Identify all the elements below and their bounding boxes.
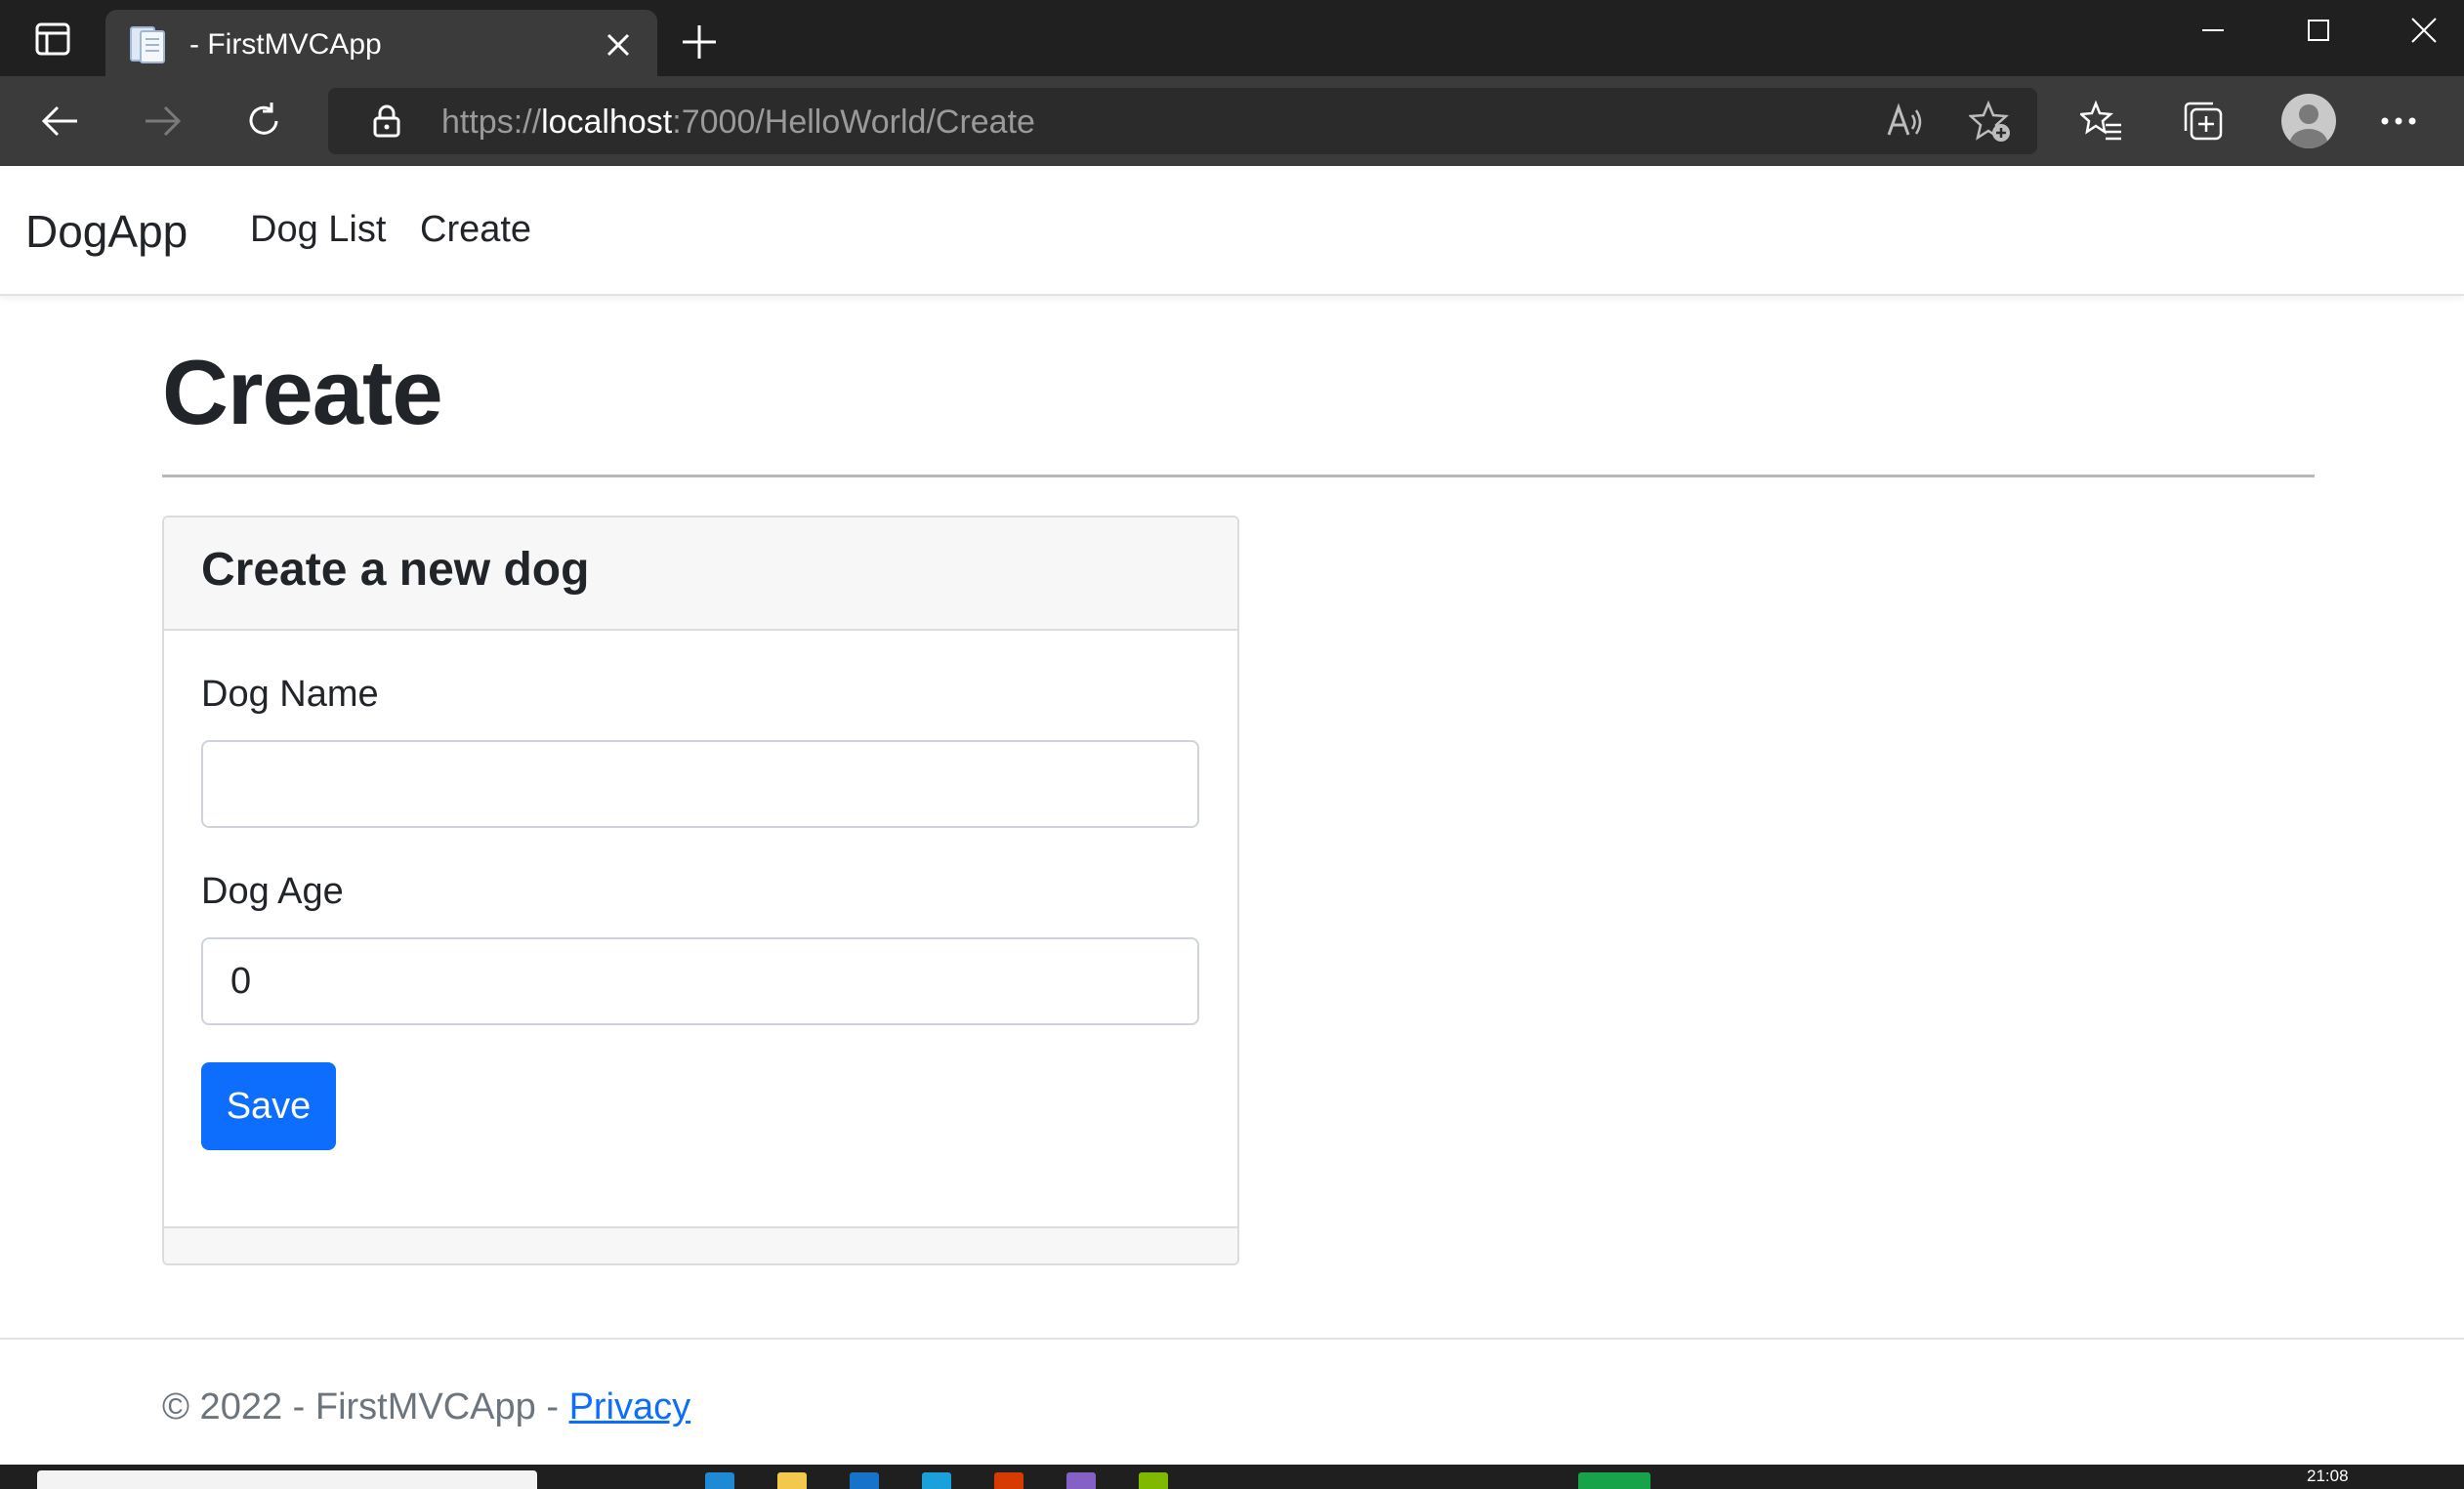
close-window-button[interactable] <box>2372 0 2464 61</box>
minimize-icon <box>2202 29 2224 31</box>
plus-icon <box>683 25 716 59</box>
visual-studio-taskbar-icon[interactable] <box>1066 1472 1096 1489</box>
create-dog-card: Create a new dog Dog Name Dog Age Save <box>162 516 1239 1265</box>
taskbar-search-box[interactable] <box>37 1470 537 1489</box>
app-taskbar-icon[interactable] <box>922 1472 951 1489</box>
page-title: Create <box>162 341 443 443</box>
minimize-button[interactable] <box>2161 0 2265 61</box>
nav-link-create[interactable]: Create <box>420 209 531 251</box>
back-button[interactable] <box>33 94 88 148</box>
address-bar[interactable]: https://localhost:7000/HelloWorld/Create <box>328 88 2037 154</box>
maximize-button[interactable] <box>2267 0 2370 61</box>
tab-close-button[interactable] <box>593 20 644 70</box>
read-aloud-icon[interactable] <box>1881 98 1930 146</box>
close-icon <box>606 33 630 57</box>
page-viewport: DogApp Dog List Create Create Create a n… <box>0 166 2464 1465</box>
maximize-icon <box>2308 20 2329 41</box>
more-icon <box>2381 117 2416 125</box>
collections-button[interactable] <box>2176 94 2231 148</box>
file-explorer-taskbar-icon[interactable] <box>777 1472 807 1489</box>
store-taskbar-icon[interactable] <box>1139 1472 1168 1489</box>
card-title: Create a new dog <box>201 544 590 596</box>
dog-age-input[interactable] <box>201 937 1199 1025</box>
url-text: https://localhost:7000/HelloWorld/Create <box>441 103 1035 141</box>
page-favicon-icon <box>130 26 165 63</box>
card-header: Create a new dog <box>164 517 1237 631</box>
tab-actions-button[interactable] <box>21 17 84 62</box>
collections-icon <box>2184 102 2223 141</box>
forward-button[interactable] <box>135 94 189 148</box>
browser-toolbar: https://localhost:7000/HelloWorld/Create <box>0 76 2464 166</box>
edge-taskbar-icon[interactable] <box>705 1472 734 1489</box>
dog-name-input[interactable] <box>201 740 1199 828</box>
arrow-left-icon <box>41 105 77 137</box>
browser-tab[interactable]: - FirstMVCApp <box>105 10 657 80</box>
profile-avatar[interactable] <box>2281 94 2336 148</box>
office-taskbar-icon[interactable] <box>994 1472 1023 1489</box>
profile-icon <box>2290 104 2327 148</box>
favorites-icon <box>2080 100 2121 141</box>
dog-name-label: Dog Name <box>201 674 379 715</box>
tray-indicator[interactable] <box>1578 1472 1650 1489</box>
mail-taskbar-icon[interactable] <box>850 1472 879 1489</box>
site-navbar: DogApp Dog List Create <box>0 166 2464 296</box>
refresh-icon <box>249 103 278 135</box>
add-favorite-icon[interactable] <box>1966 98 2015 146</box>
tab-title: - FirstMVCApp <box>189 28 382 61</box>
tab-actions-icon <box>35 22 70 56</box>
refresh-button[interactable] <box>236 94 291 148</box>
dog-age-label: Dog Age <box>201 871 344 912</box>
browser-titlebar: - FirstMVCApp <box>0 0 2464 80</box>
taskbar-clock: 21:08 <box>2307 1467 2349 1485</box>
close-window-icon <box>2411 18 2437 43</box>
arrow-right-icon <box>146 105 182 137</box>
privacy-link[interactable]: Privacy <box>569 1386 691 1427</box>
os-taskbar: 21:08 <box>0 1465 2464 1489</box>
favorites-button[interactable] <box>2074 94 2129 148</box>
lock-icon[interactable] <box>367 102 406 141</box>
page-footer: © 2022 - FirstMVCApp - Privacy <box>162 1386 690 1428</box>
card-footer <box>164 1226 1237 1263</box>
save-button[interactable]: Save <box>201 1062 336 1150</box>
footer-copyright: © 2022 - FirstMVCApp - <box>162 1386 569 1427</box>
new-tab-button[interactable] <box>674 17 725 67</box>
nav-link-dog-list[interactable]: Dog List <box>250 209 386 251</box>
navbar-brand[interactable]: DogApp <box>25 205 188 258</box>
divider <box>162 475 2315 477</box>
footer-divider <box>0 1338 2464 1340</box>
more-menu-button[interactable] <box>2371 94 2426 148</box>
